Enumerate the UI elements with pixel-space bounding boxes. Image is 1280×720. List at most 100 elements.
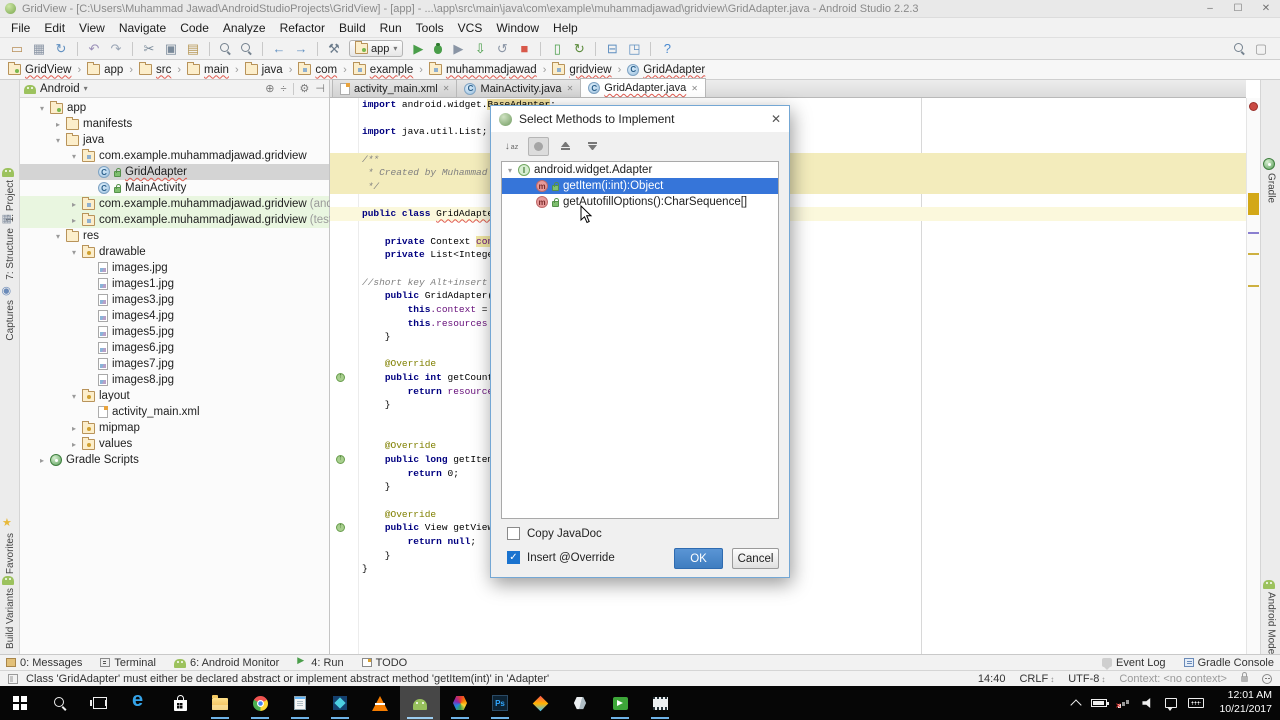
taskbar-diamond-app[interactable] (520, 686, 560, 720)
project-structure-icon[interactable]: ◳ (624, 40, 644, 58)
navigate-back-icon[interactable]: ← (269, 40, 289, 58)
breadcrumb-app[interactable]: app (85, 62, 125, 76)
stop-icon[interactable]: ■ (514, 40, 534, 58)
menu-edit[interactable]: Edit (37, 21, 72, 35)
taskbar-notepad[interactable] (280, 686, 320, 720)
breadcrumb-example[interactable]: example (351, 62, 415, 76)
tab-gridadapter.java[interactable]: GridAdapter.java✕ (580, 78, 706, 97)
tool-button-event-log[interactable]: Event Log (1102, 657, 1166, 670)
close-tab-icon[interactable]: ✕ (567, 84, 574, 93)
stripe-mark[interactable] (1248, 232, 1259, 234)
tray-expand-icon[interactable] (1070, 698, 1083, 711)
menu-build[interactable]: Build (332, 21, 373, 35)
tool-button-gradle-console[interactable]: Gradle Console (1183, 657, 1274, 669)
tree-item-images5.jpg[interactable]: images5.jpg (20, 324, 329, 340)
stripe-mark[interactable] (1248, 193, 1259, 215)
synchronize-icon[interactable]: ↻ (51, 40, 71, 58)
encoding-selector[interactable]: UTF-8 ↕ (1068, 673, 1105, 685)
menu-help[interactable]: Help (546, 21, 585, 35)
menu-navigate[interactable]: Navigate (112, 21, 173, 35)
stripe-mark[interactable] (1248, 285, 1259, 287)
tree-item-images.jpg[interactable]: images.jpg (20, 260, 329, 276)
tree-item-images1.jpg[interactable]: images1.jpg (20, 276, 329, 292)
breadcrumb-main[interactable]: main (185, 62, 231, 76)
rerun-icon[interactable]: ↺ (492, 40, 512, 58)
menu-tools[interactable]: Tools (409, 21, 451, 35)
tree-item-manifests[interactable]: ▸ manifests (20, 116, 329, 132)
menu-view[interactable]: View (72, 21, 112, 35)
dialog-tree-root[interactable]: ▾android.widget.Adapter (502, 162, 778, 178)
gear-icon[interactable]: ⚙ (300, 82, 310, 95)
tool-stripe-captures[interactable]: Captures (0, 284, 20, 341)
tree-item-drawable[interactable]: ▾ drawable (20, 244, 329, 260)
tool-stripe-gradle[interactable]: Gradle (1261, 158, 1280, 203)
menu-window[interactable]: Window (489, 21, 546, 35)
taskbar-android-studio[interactable] (400, 686, 440, 720)
taskbar-green-app[interactable] (600, 686, 640, 720)
tree-item-gridadapter[interactable]: GridAdapter (20, 164, 329, 180)
tree-item-res[interactable]: ▾ res (20, 228, 329, 244)
taskbar-cube-app[interactable] (560, 686, 600, 720)
toggle-tool-buttons-icon[interactable] (8, 673, 18, 684)
collapse-all-icon[interactable] (582, 137, 603, 156)
touch-keyboard-icon[interactable] (1188, 698, 1205, 708)
taskbar-film-app[interactable] (640, 686, 680, 720)
show-classes-icon[interactable] (528, 136, 549, 156)
caret-position[interactable]: 14:40 (978, 673, 1006, 685)
open-icon[interactable]: ▭ (7, 40, 27, 58)
tree-item-images3.jpg[interactable]: images3.jpg (20, 292, 329, 308)
hector-inspection-icon[interactable] (1262, 673, 1272, 684)
sort-alphabetically-icon[interactable]: ↓ (501, 137, 522, 156)
method-item-getitem[interactable]: getItem(i:int):Object (502, 178, 778, 194)
taskbar-start[interactable] (0, 686, 40, 720)
tree-item-images6.jpg[interactable]: images6.jpg (20, 340, 329, 356)
override-gutter-icon[interactable] (336, 523, 345, 533)
breadcrumb-gridview[interactable]: GridView (6, 62, 73, 76)
network-icon[interactable] (1115, 698, 1131, 710)
insert-override-checkbox[interactable] (507, 551, 520, 564)
run-with-coverage-icon[interactable]: ▶ (448, 40, 468, 58)
make-project-icon[interactable]: ⚒ (324, 40, 344, 58)
undo-icon[interactable]: ↶ (84, 40, 104, 58)
lock-icon[interactable] (1241, 671, 1248, 682)
expand-all-icon[interactable] (555, 137, 576, 156)
paste-icon[interactable]: ▤ (183, 40, 203, 58)
maximize-button[interactable]: ☐ (1224, 0, 1252, 17)
breadcrumb-gridadapter[interactable]: GridAdapter (625, 63, 707, 76)
taskbar-store[interactable] (160, 686, 200, 720)
taskbar-photos[interactable] (320, 686, 360, 720)
taskbar-edge[interactable] (120, 686, 160, 720)
ok-button[interactable]: OK (674, 548, 723, 569)
tree-item-mipmap[interactable]: ▸ mipmap (20, 420, 329, 436)
menu-refactor[interactable]: Refactor (273, 21, 332, 35)
sdk-manager-icon[interactable]: ⊟ (602, 40, 622, 58)
collapse-all-icon[interactable]: ÷ (280, 83, 286, 95)
debug-icon[interactable] (432, 42, 444, 56)
taskbar-task-view[interactable] (80, 686, 120, 720)
method-item-getautofilloptions[interactable]: getAutofillOptions():CharSequence[] (502, 194, 778, 210)
tree-item-com.example.muhammadjawad.gridview[interactable]: ▸ com.example.muhammadjawad.gridview (tes… (20, 212, 336, 228)
tool-button-todo[interactable]: TODO (361, 657, 407, 669)
replace-icon[interactable] (240, 42, 253, 55)
tool-button-6--android-monitor[interactable]: 6: Android Monitor (173, 657, 279, 669)
navigate-forward-icon[interactable]: → (291, 40, 311, 58)
tool-stripe-build-variants[interactable]: Build Variants (0, 574, 20, 649)
run-icon[interactable]: ▶ (408, 40, 428, 58)
cut-icon[interactable]: ✂ (139, 40, 159, 58)
breadcrumb-muhammadjawad[interactable]: muhammadjawad (427, 62, 539, 76)
volume-icon[interactable] (1142, 698, 1151, 708)
find-icon[interactable] (219, 42, 232, 55)
taskbar-vlc[interactable] (360, 686, 400, 720)
menu-analyze[interactable]: Analyze (216, 21, 273, 35)
sync-project-icon[interactable]: ↻ (569, 40, 589, 58)
menu-run[interactable]: Run (373, 21, 409, 35)
tree-item-images4.jpg[interactable]: images4.jpg (20, 308, 329, 324)
taskbar-photoshop[interactable] (480, 686, 520, 720)
override-gutter-icon[interactable] (336, 455, 345, 465)
breadcrumb-src[interactable]: src (137, 62, 173, 76)
breadcrumb-java[interactable]: java (243, 62, 285, 76)
tree-item-values[interactable]: ▸ values (20, 436, 329, 452)
taskbar-chrome[interactable] (240, 686, 280, 720)
copy-javadoc-checkbox[interactable] (507, 527, 520, 540)
tree-item-activity-main.xml[interactable]: activity_main.xml (20, 404, 329, 420)
